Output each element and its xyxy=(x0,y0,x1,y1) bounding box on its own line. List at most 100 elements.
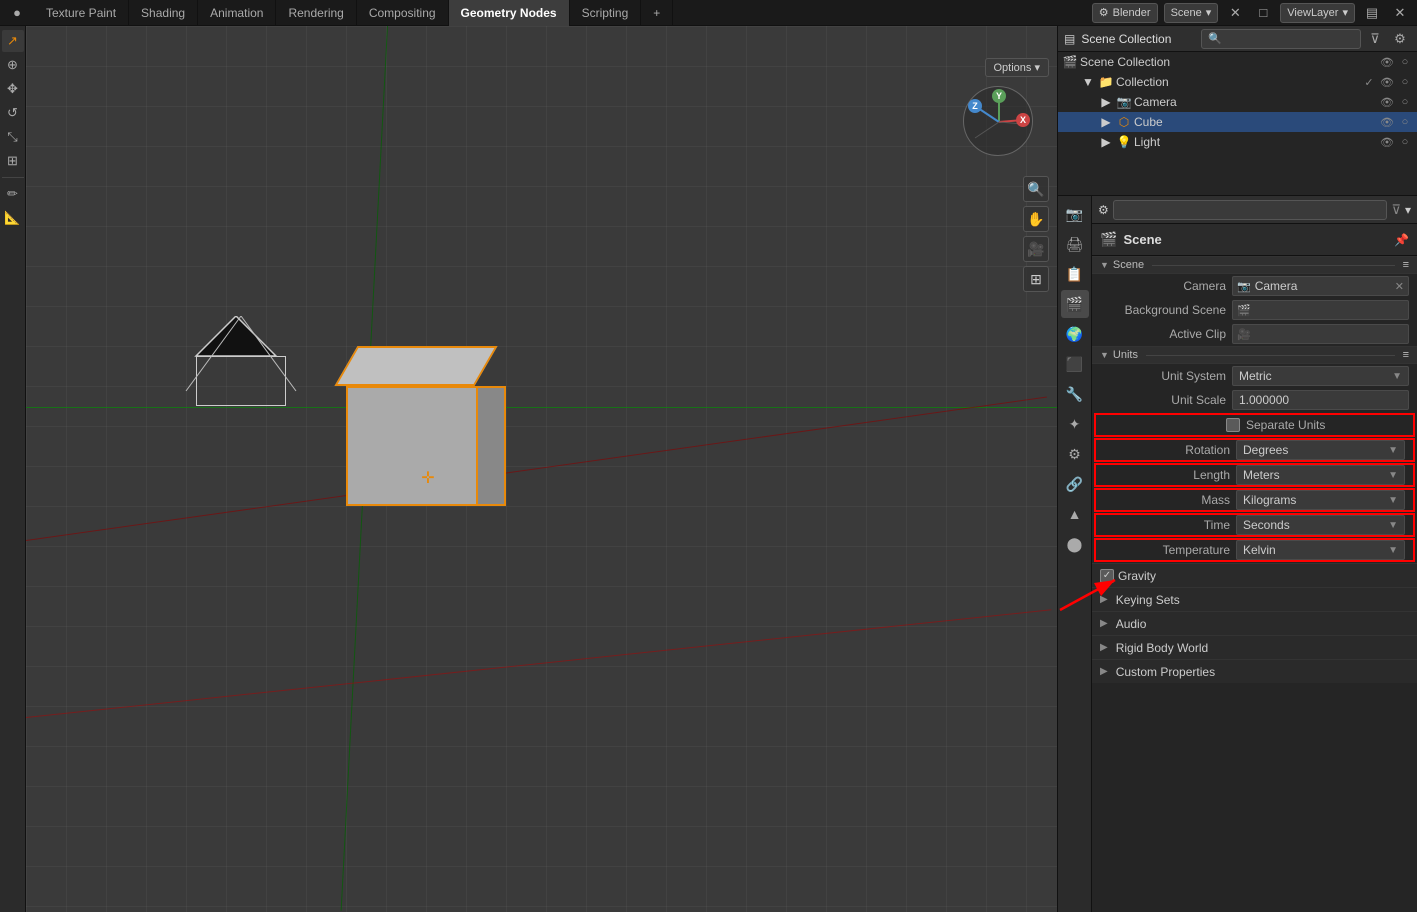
active-clip-value[interactable]: 🎥 xyxy=(1232,324,1409,344)
length-value[interactable]: Meters ▼ xyxy=(1236,465,1405,485)
view-layer-props-icon[interactable]: 📋 xyxy=(1061,260,1089,288)
nav-dot-z[interactable]: Z xyxy=(968,99,982,113)
outliner-item-collection[interactable]: ▼ 📁 Collection ✓ 👁 ○ xyxy=(1058,72,1417,92)
keying-sets-section[interactable]: ▶ Keying Sets xyxy=(1092,587,1417,611)
cube-expand-icon[interactable]: ▶ xyxy=(1098,114,1114,130)
object-props-icon[interactable]: ⬛ xyxy=(1061,350,1089,378)
rotation-value[interactable]: Degrees ▼ xyxy=(1236,440,1405,460)
material-props-icon[interactable]: ⬤ xyxy=(1061,530,1089,558)
unit-scale-value[interactable]: 1.000000 xyxy=(1232,390,1409,410)
output-props-icon[interactable]: 🖨 xyxy=(1061,230,1089,258)
outliner-search-input[interactable] xyxy=(1201,29,1361,49)
pan-tool-btn[interactable]: ✋ xyxy=(1023,206,1049,232)
bg-scene-value[interactable]: 🎬 xyxy=(1232,300,1409,320)
constraints-props-icon[interactable]: 🔗 xyxy=(1061,470,1089,498)
modifier-props-icon[interactable]: 🔧 xyxy=(1061,380,1089,408)
units-section-header[interactable]: ▼ Units ≡ xyxy=(1092,346,1417,364)
nav-dot-x[interactable]: X xyxy=(1016,113,1030,127)
tab-scripting[interactable]: Scripting xyxy=(570,0,642,26)
camera-clear-btn[interactable]: ✕ xyxy=(1395,280,1404,293)
outliner-item-camera[interactable]: ▶ 📷 Camera 👁 ○ xyxy=(1058,92,1417,112)
eye-icon-collection[interactable]: 👁 xyxy=(1379,74,1395,90)
scene-collection-actions: 👁 ○ xyxy=(1379,54,1413,70)
nav-dot-y[interactable]: Y xyxy=(992,89,1006,103)
tab-rendering[interactable]: Rendering xyxy=(276,0,356,26)
audio-section[interactable]: ▶ Audio xyxy=(1092,611,1417,635)
temperature-value[interactable]: Kelvin ▼ xyxy=(1236,540,1405,560)
props-pin-btn[interactable]: 📌 xyxy=(1394,233,1409,247)
camera-expand-icon[interactable]: ▶ xyxy=(1098,94,1114,110)
quad-view-btn[interactable]: ⊞ xyxy=(1023,266,1049,292)
rotate-tool[interactable]: ↺ xyxy=(2,102,24,124)
tab-shading[interactable]: Shading xyxy=(129,0,198,26)
tab-add[interactable]: + xyxy=(641,0,673,26)
move-tool[interactable]: ✥ xyxy=(2,78,24,100)
rigid-body-world-section[interactable]: ▶ Rigid Body World xyxy=(1092,635,1417,659)
zoom-in-btn[interactable]: 🔍 xyxy=(1023,176,1049,202)
tab-geometry-nodes[interactable]: Geometry Nodes xyxy=(449,0,570,26)
scene-controls[interactable]: ✕ xyxy=(1224,3,1246,23)
units-section-options[interactable]: ≡ xyxy=(1403,349,1409,361)
tab-compositing[interactable]: Compositing xyxy=(357,0,449,26)
custom-properties-section[interactable]: ▶ Custom Properties xyxy=(1092,659,1417,683)
eye-icon-light[interactable]: 👁 xyxy=(1379,134,1395,150)
camera-prop-value[interactable]: 📷 Camera ✕ xyxy=(1232,276,1409,296)
scene-selector[interactable]: Scene ▾ xyxy=(1164,3,1219,23)
gravity-section[interactable]: ✓ Gravity xyxy=(1092,563,1417,587)
outliner-item-light[interactable]: ▶ 💡 Light 👁 ○ xyxy=(1058,132,1417,152)
restrict-icon-scene[interactable]: ○ xyxy=(1397,54,1413,70)
eye-icon-scene[interactable]: 👁 xyxy=(1379,54,1395,70)
render-engine-btn[interactable]: ⚙ Blender xyxy=(1092,3,1158,23)
outliner-item-scene-collection[interactable]: 🎬 Scene Collection 👁 ○ xyxy=(1058,52,1417,72)
annotate-tool[interactable]: ✏ xyxy=(2,183,24,205)
restrict-icon-collection[interactable]: ○ xyxy=(1397,74,1413,90)
separate-units-checkbox[interactable] xyxy=(1226,418,1240,432)
eye-icon-camera[interactable]: 👁 xyxy=(1379,94,1395,110)
restrict-icon-light[interactable]: ○ xyxy=(1397,134,1413,150)
viewport[interactable]: ↗ ⊕ ✥ ↺ ⤡ ⊞ ✏ 📐 Global ▾ ⊕ ◎ xyxy=(0,26,1057,912)
time-value[interactable]: Seconds ▼ xyxy=(1236,515,1405,535)
view-layer-icon[interactable]: ▤ xyxy=(1361,3,1383,23)
cube-object[interactable]: ✛ xyxy=(336,346,496,506)
render-props-icon[interactable]: 📷 xyxy=(1061,200,1089,228)
mass-value[interactable]: Kilograms ▼ xyxy=(1236,490,1405,510)
particles-props-icon[interactable]: ✦ xyxy=(1061,410,1089,438)
rotation-row: Rotation Degrees ▼ xyxy=(1094,438,1415,462)
check-icon-collection[interactable]: ✓ xyxy=(1361,74,1377,90)
navigation-gizmo[interactable]: Y X Z xyxy=(963,86,1043,166)
restrict-icon-cube[interactable]: ○ xyxy=(1397,114,1413,130)
measure-tool[interactable]: 📐 xyxy=(2,207,24,229)
blender-logo[interactable]: ● xyxy=(6,3,28,23)
eye-icon-cube[interactable]: 👁 xyxy=(1379,114,1395,130)
scene-props-icon[interactable]: 🎬 xyxy=(1061,290,1089,318)
unit-system-value[interactable]: Metric ▼ xyxy=(1232,366,1409,386)
camera-view-btn[interactable]: 🎥 xyxy=(1023,236,1049,262)
data-props-icon[interactable]: ▲ xyxy=(1061,500,1089,528)
scene-section-header[interactable]: ▼ Scene ≡ xyxy=(1092,256,1417,274)
outliner-item-cube[interactable]: ▶ ⬡ Cube 👁 ○ xyxy=(1058,112,1417,132)
scene-collection-label: Scene Collection xyxy=(1080,55,1377,69)
outliner-settings-btn[interactable]: ⚙ xyxy=(1389,29,1411,49)
tab-texture-paint[interactable]: Texture Paint xyxy=(34,0,129,26)
gravity-checkbox[interactable]: ✓ xyxy=(1100,569,1114,583)
collection-expand-icon[interactable]: ▼ xyxy=(1080,74,1096,90)
light-expand-icon[interactable]: ▶ xyxy=(1098,134,1114,150)
restrict-icon-camera[interactable]: ○ xyxy=(1397,94,1413,110)
camera-object[interactable] xyxy=(196,356,286,406)
scene-controls2[interactable]: □ xyxy=(1252,3,1274,23)
props-search-input[interactable] xyxy=(1113,200,1388,220)
scene-section-options[interactable]: ≡ xyxy=(1403,259,1409,271)
unit-system-value-text: Metric xyxy=(1239,369,1392,383)
physics-props-icon[interactable]: ⚙ xyxy=(1061,440,1089,468)
view-layer-selector[interactable]: ViewLayer ▾ xyxy=(1280,3,1355,23)
transform-tool[interactable]: ⊞ xyxy=(2,150,24,172)
tab-animation[interactable]: Animation xyxy=(198,0,276,26)
time-dropdown-icon: ▼ xyxy=(1388,520,1398,531)
scale-tool[interactable]: ⤡ xyxy=(2,126,24,148)
world-props-icon[interactable]: 🌍 xyxy=(1061,320,1089,348)
select-tool[interactable]: ↗ xyxy=(2,30,24,52)
viewport-options-btn[interactable]: Options ▾ xyxy=(985,58,1050,77)
view-layer-close[interactable]: ✕ xyxy=(1389,3,1411,23)
outliner-filter-btn[interactable]: ⊽ xyxy=(1364,29,1386,49)
cursor-tool[interactable]: ⊕ xyxy=(2,54,24,76)
